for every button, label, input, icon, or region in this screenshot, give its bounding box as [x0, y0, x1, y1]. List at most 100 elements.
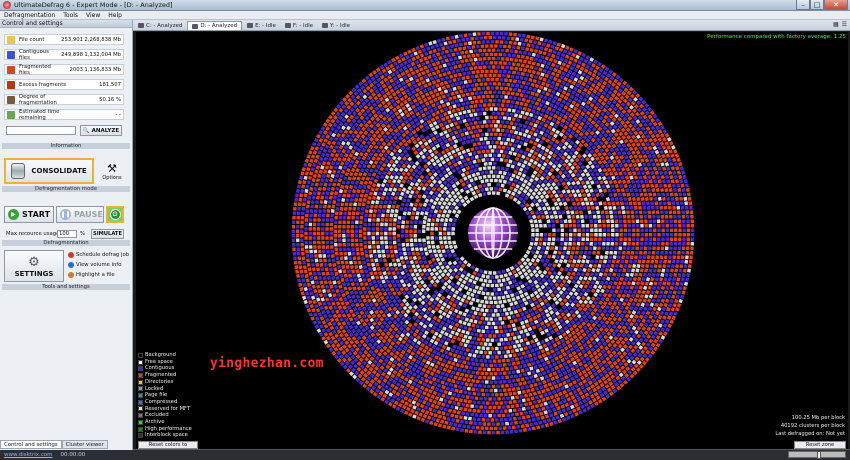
- swatch-free: [138, 359, 143, 365]
- swatch-mft: [138, 406, 143, 412]
- website-link[interactable]: www.disktrix.com: [0, 452, 57, 458]
- close-button[interactable]: ✕: [824, 0, 848, 10]
- volume-info-link[interactable]: View volume info: [68, 262, 122, 268]
- swatch-excluded: [138, 413, 143, 419]
- consolidate-button[interactable]: CONSOLIDATE: [4, 158, 94, 184]
- zoom-knob[interactable]: [817, 451, 821, 459]
- minimize-button[interactable]: –: [796, 0, 810, 10]
- zoom-slider[interactable]: [788, 451, 846, 459]
- tools-caption: Tools and settings: [2, 284, 130, 290]
- tab-drive-c[interactable]: C: - Analyzed: [134, 21, 186, 30]
- magnifier-icon: 🔍: [82, 127, 90, 134]
- pause-button[interactable]: ❚❚ PAUSE: [56, 206, 104, 223]
- control-panel: Control and settings File count 253,901 …: [0, 20, 133, 460]
- legend-item: High performance: [138, 426, 192, 433]
- tab-cluster-viewer[interactable]: Cluster viewer: [61, 440, 108, 449]
- legend: Background Free space Contiguous Fragmen…: [138, 352, 192, 439]
- window-title: UltimateDefrag 6 - Expert Mode - [D: - A…: [14, 1, 173, 9]
- swatch-page-file: [138, 393, 143, 399]
- swatch-compressed: [138, 399, 143, 405]
- performance-text: Performance compared with factory averag…: [707, 34, 846, 40]
- legend-item: Locked: [138, 386, 192, 393]
- degree-icon: [7, 95, 15, 104]
- grid-icon[interactable]: ▦: [833, 21, 839, 28]
- max-resource-label: Max recource usage:: [6, 231, 62, 237]
- legend-item: Excluded: [138, 412, 192, 419]
- swatch-interblock: [138, 433, 143, 439]
- maximize-button[interactable]: □: [810, 0, 824, 10]
- simulate-button[interactable]: SIMULATE: [91, 229, 124, 239]
- last-defragged: Last defragged on: Not yet: [775, 431, 845, 437]
- stat-time-remaining: Estimated time remaining - -: [4, 109, 124, 121]
- stat-degree-fragmentation: Degree of fragmentation 50.16 %: [4, 94, 124, 106]
- legend-item: Archive: [138, 419, 192, 426]
- excess-fragments-icon: [7, 80, 15, 89]
- elapsed-time: 00:00:00: [60, 452, 86, 458]
- analyze-button[interactable]: 🔍 ANALYZE: [80, 125, 122, 136]
- tab-drive-f[interactable]: F: - Idle: [281, 21, 317, 30]
- fragmented-icon: [7, 65, 15, 74]
- tab-control-settings[interactable]: Control and settings: [0, 440, 62, 449]
- mb-per-block: 100.25 Mb per block: [791, 415, 845, 421]
- menu-defragmentation[interactable]: Defragmentation: [0, 12, 59, 19]
- menu-tools[interactable]: Tools: [59, 12, 82, 19]
- information-caption: Information: [2, 143, 130, 149]
- legend-item: Background: [138, 352, 192, 359]
- swatch-contiguous: [138, 366, 143, 372]
- stat-fragmented-files: Fragmented files 2003 1,136,833 Mb: [4, 64, 124, 76]
- gear-icon: ⚙: [28, 254, 40, 270]
- pause-icon: ❚❚: [60, 209, 71, 220]
- clock-icon: [7, 110, 15, 119]
- resource-spinner[interactable]: 100: [57, 230, 77, 238]
- power-icon: ⏻: [109, 209, 121, 220]
- swatch-background: [138, 352, 143, 358]
- status-bar: www.disktrix.com 00:00:00: [0, 450, 850, 460]
- schedule-job-link[interactable]: Schedule defrag job: [68, 252, 129, 258]
- swatch-high-performance: [138, 426, 143, 432]
- highlight-file-link[interactable]: Highlight a file: [68, 272, 115, 278]
- view-toolbar: ▦ ☰: [833, 21, 847, 28]
- clusters-per-block: 40192 clusters per block: [780, 423, 845, 429]
- disk-map-viewport[interactable]: Performance compared with factory averag…: [136, 32, 848, 449]
- stat-file-count: File count 253,901 2,268,838 Mb: [4, 34, 124, 45]
- start-button[interactable]: ▶ START: [4, 206, 54, 223]
- list-icon[interactable]: ☰: [842, 21, 847, 28]
- swatch-fragmented: [138, 372, 143, 378]
- tab-drive-e[interactable]: E: - Idle: [243, 21, 280, 30]
- mode-caption: Defragmentation mode: [2, 186, 130, 192]
- reset-colors-button[interactable]: Reset colors to default: [138, 441, 198, 449]
- panel-header: Control and settings: [0, 20, 132, 28]
- drive-tabs: C: - Analyzed D: - Analyzed E: - Idle F:…: [133, 20, 850, 31]
- defragmentation-caption: Defragmentation: [2, 240, 130, 246]
- legend-item: Contiguous: [138, 365, 192, 372]
- settings-button[interactable]: ⚙ SETTINGS: [4, 250, 64, 282]
- tools-icon: ⚒: [107, 161, 117, 175]
- stat-contiguous-files: Contiguous files 249,898 1,132,004 Mb: [4, 49, 124, 61]
- drive-icon: [247, 23, 254, 28]
- disk-map[interactable]: [136, 32, 848, 449]
- menu-view[interactable]: View: [82, 12, 104, 19]
- contiguous-icon: [7, 50, 15, 59]
- calendar-icon: [68, 252, 74, 258]
- swatch-archive: [138, 419, 143, 425]
- percent-label: %: [80, 231, 86, 237]
- stop-button[interactable]: ⏻: [106, 206, 124, 223]
- menu-bar: Defragmentation Tools View Help: [0, 11, 850, 20]
- highlight-icon: [68, 272, 74, 278]
- file-search-input[interactable]: [6, 126, 76, 135]
- drive-icon: [138, 23, 144, 28]
- tab-drive-d[interactable]: D: - Analyzed: [187, 21, 243, 30]
- window-controls: – □ ✕: [796, 0, 848, 10]
- reset-zone-button[interactable]: Reset zone positions: [794, 441, 846, 449]
- swatch-locked: [138, 386, 143, 392]
- tab-drive-y[interactable]: Y: - Idle: [318, 21, 354, 30]
- panel-tabs: Control and settings Cluster viewer: [0, 440, 133, 449]
- database-icon: [11, 163, 26, 179]
- options-button[interactable]: ⚒ Options: [100, 158, 124, 184]
- menu-help[interactable]: Help: [104, 12, 126, 19]
- legend-item: Reserved for MFT: [138, 406, 192, 413]
- block-stats: 100.25 Mb per block 40192 clusters per b…: [775, 414, 845, 438]
- legend-item: Page file: [138, 392, 192, 399]
- legend-item: Directories: [138, 379, 192, 386]
- drive-icon: [192, 23, 199, 29]
